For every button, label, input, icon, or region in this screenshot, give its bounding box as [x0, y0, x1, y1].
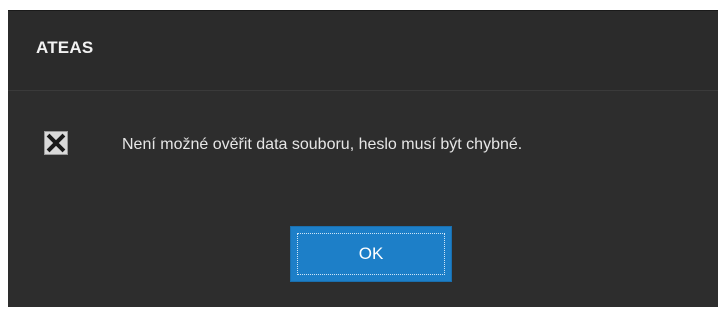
screen: ATEAS Není možné ověřit data souboru, he…: [0, 0, 726, 316]
error-x-icon: [44, 131, 68, 155]
title-bar[interactable]: ATEAS: [8, 11, 718, 91]
error-message: Není možné ověřit data souboru, heslo mu…: [122, 136, 523, 153]
ok-button-label: OK: [358, 244, 384, 263]
ok-button[interactable]: OK: [290, 226, 452, 282]
dialog-body: Není možné ověřit data souboru, heslo mu…: [8, 91, 718, 307]
dialog-title: ATEAS: [36, 38, 94, 57]
message-dialog: ATEAS Není možné ověřit data souboru, he…: [8, 10, 718, 307]
